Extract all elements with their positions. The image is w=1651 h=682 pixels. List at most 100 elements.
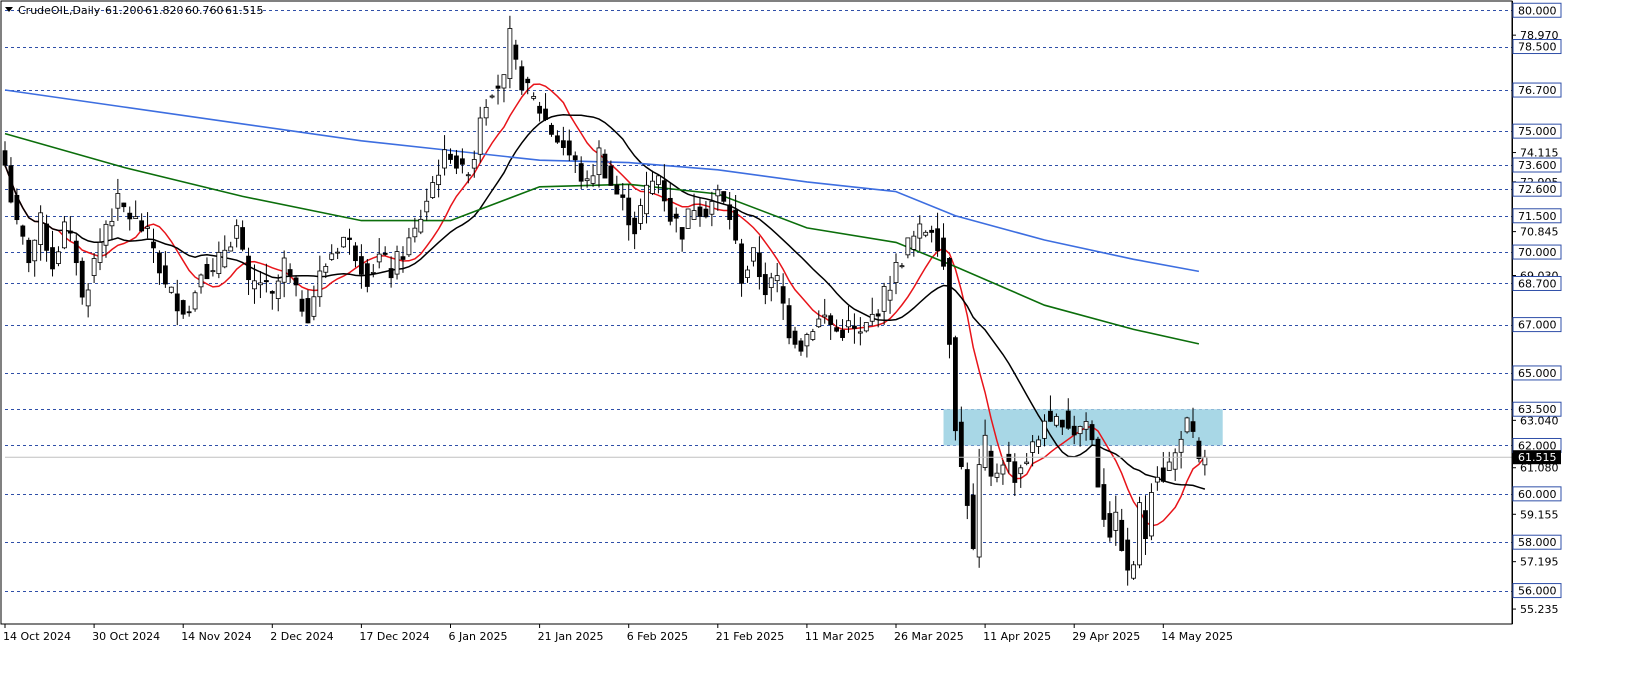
candle bbox=[477, 106, 483, 163]
candle bbox=[127, 206, 133, 231]
dropdown-triangle-icon[interactable] bbox=[5, 7, 13, 12]
candle-body bbox=[857, 331, 863, 334]
candle bbox=[2, 141, 8, 168]
candle bbox=[1125, 527, 1131, 586]
candle-body bbox=[804, 334, 810, 347]
candle bbox=[1149, 483, 1154, 541]
candle-body bbox=[1143, 510, 1148, 540]
candle-body bbox=[8, 165, 14, 203]
candle-body bbox=[602, 153, 608, 179]
candle bbox=[519, 60, 525, 95]
candle-body bbox=[869, 313, 875, 322]
candle-body bbox=[442, 149, 447, 169]
date-label: 26 Mar 2025 bbox=[894, 630, 964, 643]
candle bbox=[1137, 496, 1142, 569]
candle-body bbox=[246, 255, 251, 281]
candle-body bbox=[1119, 519, 1125, 551]
candle-body bbox=[26, 239, 32, 264]
candle-body bbox=[1018, 467, 1024, 475]
candle-body bbox=[1107, 513, 1113, 538]
candle-body bbox=[1154, 476, 1160, 483]
candle-body bbox=[162, 265, 168, 285]
candle-body bbox=[1184, 417, 1190, 433]
candle-body bbox=[109, 220, 115, 227]
date-label: 29 Apr 2025 bbox=[1072, 630, 1140, 643]
candle bbox=[1202, 449, 1208, 476]
candle-body bbox=[1101, 484, 1107, 520]
candle bbox=[739, 238, 744, 297]
candle bbox=[1012, 453, 1018, 496]
candle-body bbox=[400, 256, 406, 260]
candle bbox=[745, 265, 750, 283]
current-price-label: 61.515 bbox=[1518, 451, 1557, 464]
candle bbox=[602, 149, 608, 179]
candle bbox=[929, 225, 935, 243]
candle bbox=[56, 246, 61, 267]
candle-body bbox=[976, 464, 982, 558]
candle bbox=[507, 15, 513, 89]
candle-body bbox=[608, 165, 614, 186]
candle-body bbox=[341, 236, 346, 248]
candle-body bbox=[382, 252, 388, 255]
candle bbox=[168, 286, 174, 294]
candle-body bbox=[673, 213, 679, 219]
candle-body bbox=[186, 311, 192, 314]
candle-body bbox=[620, 194, 626, 198]
candle-body bbox=[1000, 464, 1006, 475]
candle bbox=[715, 184, 721, 211]
candle-body bbox=[762, 274, 768, 296]
candle bbox=[275, 274, 281, 312]
candle bbox=[495, 74, 501, 105]
candlesticks bbox=[2, 15, 1208, 586]
candle-body bbox=[549, 124, 554, 135]
candle bbox=[703, 201, 709, 219]
candle-body bbox=[103, 223, 109, 246]
candle-body bbox=[947, 258, 952, 345]
candle bbox=[234, 219, 240, 248]
candle bbox=[376, 238, 382, 269]
date-axis: 14 Oct 2024 30 Oct 2024 14 Nov 2024 2 Dec 2… bbox=[3, 624, 1233, 643]
candle bbox=[353, 242, 358, 268]
candle-body bbox=[1048, 410, 1053, 422]
candle-body bbox=[85, 289, 91, 307]
candle bbox=[614, 175, 620, 195]
candle-body bbox=[394, 251, 400, 275]
candle bbox=[50, 230, 55, 277]
candle-body bbox=[537, 105, 542, 114]
candle-body bbox=[1024, 461, 1030, 464]
candle bbox=[91, 253, 97, 283]
candle bbox=[109, 208, 115, 241]
candle bbox=[216, 241, 222, 279]
candle-body bbox=[1172, 452, 1178, 470]
candle-body bbox=[157, 252, 162, 274]
candle-body bbox=[739, 243, 744, 284]
candle-body bbox=[703, 208, 709, 218]
candle-body bbox=[899, 265, 905, 268]
candle bbox=[947, 257, 952, 359]
candle-body bbox=[145, 226, 150, 229]
candle bbox=[899, 262, 905, 269]
price-tick-label: 70.845 bbox=[1520, 226, 1559, 239]
candle bbox=[531, 92, 537, 101]
candle bbox=[394, 245, 400, 280]
candle bbox=[572, 151, 578, 174]
candle bbox=[97, 228, 103, 271]
candle bbox=[786, 298, 792, 345]
candle bbox=[1113, 495, 1119, 546]
candle-body bbox=[941, 237, 946, 267]
candle bbox=[174, 279, 180, 326]
date-label: 30 Oct 2024 bbox=[92, 630, 160, 643]
candle bbox=[1107, 501, 1113, 542]
symbol-label: CrudeOIL,Daily bbox=[18, 4, 101, 17]
candle bbox=[626, 184, 632, 241]
candle-body bbox=[970, 494, 976, 549]
candle bbox=[26, 237, 32, 273]
candle bbox=[133, 200, 139, 220]
price-axis: 78.97074.11572.90570.84569.03063.04061.0… bbox=[1512, 1, 1562, 624]
candle bbox=[1018, 464, 1024, 488]
candle-body bbox=[335, 251, 341, 254]
candle bbox=[246, 247, 251, 295]
candle-body bbox=[1125, 539, 1131, 571]
candle-body bbox=[1196, 440, 1202, 459]
candle-body bbox=[691, 210, 697, 220]
